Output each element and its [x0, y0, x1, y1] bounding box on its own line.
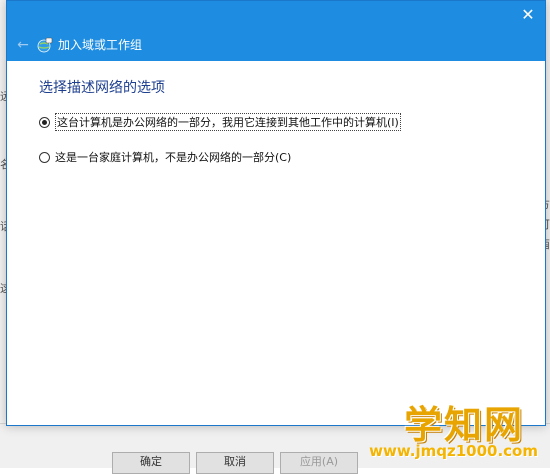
radio-button[interactable]: [39, 151, 50, 163]
radio-option-label: 这是一台家庭计算机，不是办公网络的一部分(C): [55, 151, 292, 164]
join-domain-dialog: ✕ ← 加入域或工作组 选择描述网络的选项 这台计算机是办公网络的一部分，我用它…: [6, 0, 546, 426]
network-globe-icon: [37, 37, 53, 53]
dialog-titlebar: ✕: [7, 1, 545, 29]
back-arrow-icon[interactable]: ←: [13, 35, 33, 55]
dialog-content: 选择描述网络的选项 这台计算机是办公网络的一部分，我用它连接到其他工作中的计算机…: [7, 61, 545, 425]
watermark-title: 学知网: [403, 403, 524, 447]
radio-button-selected[interactable]: [39, 116, 50, 128]
close-button[interactable]: ✕: [511, 1, 545, 29]
dialog-title: 加入域或工作组: [58, 38, 143, 52]
dialog-navbar: ← 加入域或工作组: [7, 29, 545, 61]
radio-option-home-computer[interactable]: 这是一台家庭计算机，不是办公网络的一部分(C): [39, 148, 291, 166]
page-heading: 选择描述网络的选项: [39, 80, 165, 96]
radio-option-label: 这台计算机是办公网络的一部分，我用它连接到其他工作中的计算机(I): [55, 113, 401, 131]
ok-button[interactable]: 确定: [112, 452, 190, 474]
site-watermark: 学知网 www.jmqz1000.com: [342, 394, 542, 462]
radio-option-office-network[interactable]: 这台计算机是办公网络的一部分，我用它连接到其他工作中的计算机(I): [39, 113, 401, 131]
watermark-url: www.jmqz1000.com: [369, 442, 538, 460]
cancel-button[interactable]: 取消: [196, 452, 274, 474]
